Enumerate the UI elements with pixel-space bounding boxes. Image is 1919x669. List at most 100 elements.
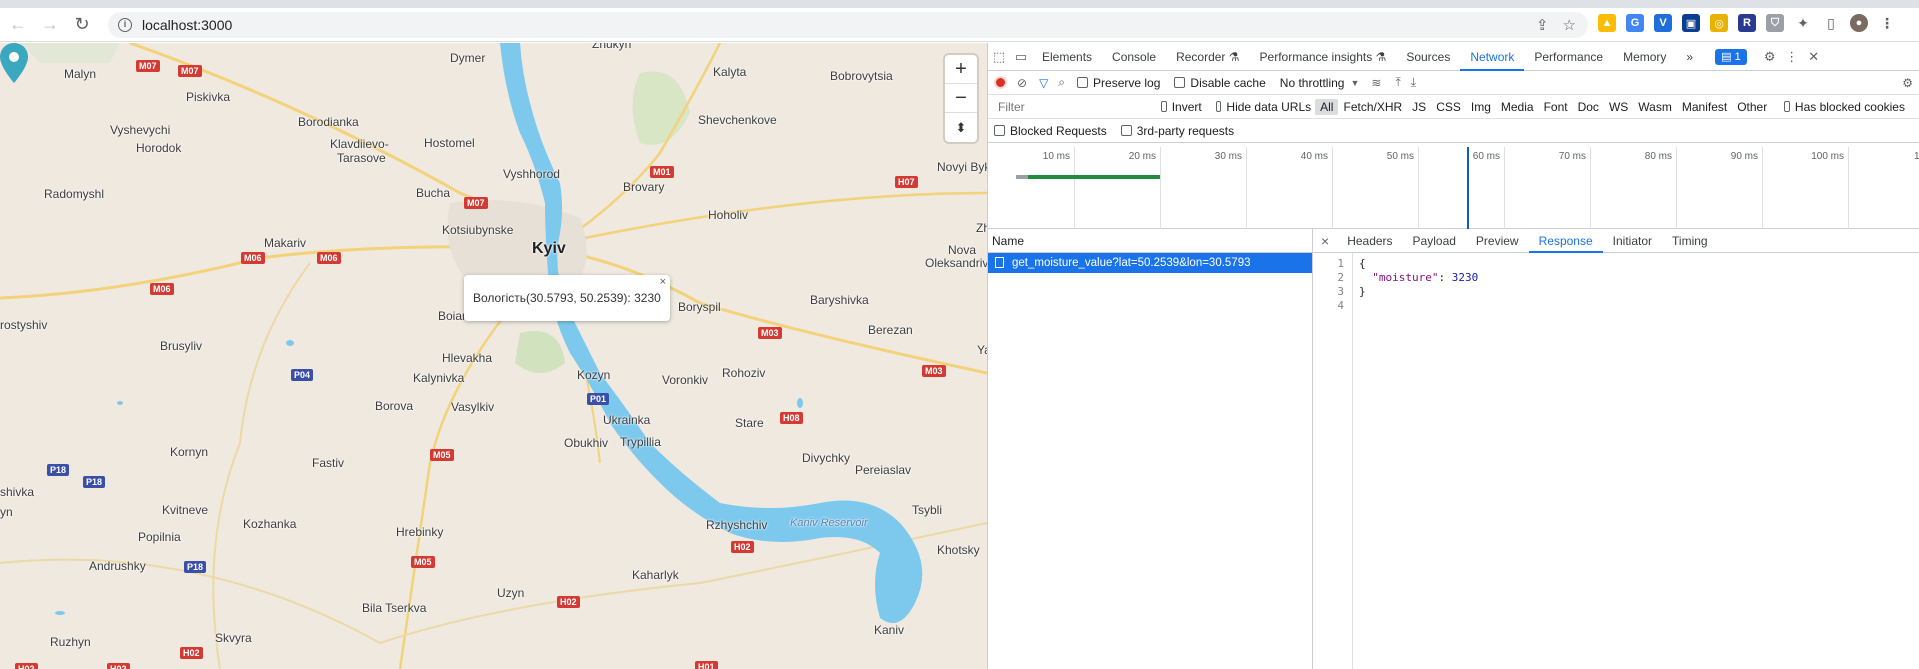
- third-party-checkbox[interactable]: [1120, 125, 1132, 136]
- city-label-kyiv: Kyiv: [532, 240, 566, 257]
- place-label: Vasylkiv: [451, 400, 495, 414]
- filter-type-media[interactable]: Media: [1496, 99, 1539, 115]
- place-label: Shevchenkove: [698, 113, 777, 127]
- shield-extension-icon[interactable]: ⛉: [1766, 14, 1784, 32]
- disable-cache-checkbox[interactable]: [1174, 77, 1186, 88]
- address-bar[interactable]: i localhost:3000 ⇪ ☆: [108, 12, 1588, 38]
- blocked-row: Blocked Requests 3rd-party requests: [988, 119, 1919, 143]
- map-pin-icon[interactable]: [0, 43, 28, 83]
- filter-type-fetch-xhr[interactable]: Fetch/XHR: [1338, 99, 1407, 115]
- filter-input[interactable]: [994, 97, 1153, 116]
- menu-dots-icon[interactable]: ⋮: [1878, 14, 1896, 32]
- device-toolbar-icon[interactable]: ▭: [1010, 46, 1032, 68]
- translate-extension-icon[interactable]: G: [1626, 14, 1644, 32]
- export-har-icon[interactable]: ⤓: [1411, 75, 1416, 90]
- blocked-requests-checkbox[interactable]: [994, 125, 1005, 136]
- place-label: Boryspil: [678, 300, 721, 314]
- chevron-down-icon[interactable]: ▼: [1350, 78, 1359, 88]
- clear-icon[interactable]: ⊘: [1017, 76, 1027, 90]
- url-text[interactable]: localhost:3000: [142, 17, 232, 33]
- search-icon[interactable]: ⌕: [1058, 75, 1065, 90]
- network-settings-icon[interactable]: ⚙: [1902, 76, 1913, 90]
- response-viewer[interactable]: 1234 { "moisture": 3230 }: [1313, 253, 1919, 669]
- filter-type-manifest[interactable]: Manifest: [1677, 99, 1732, 115]
- popup-close-button[interactable]: ×: [660, 276, 666, 288]
- bookmark-star-icon[interactable]: ☆: [1563, 16, 1576, 34]
- drive-extension-icon[interactable]: ▲: [1598, 14, 1616, 32]
- side-panel-icon[interactable]: ▯: [1822, 14, 1840, 32]
- preserve-log-checkbox[interactable]: [1077, 77, 1089, 88]
- resource-type-filters: All Fetch/XHR JS CSS Img Media Font Doc WS Wasm Ma…: [1315, 98, 1772, 115]
- settings-gear-icon[interactable]: ⚙: [1759, 46, 1781, 68]
- detail-tab-timing[interactable]: Timing: [1662, 229, 1718, 253]
- filter-type-js[interactable]: JS: [1407, 99, 1431, 115]
- detail-tab-preview[interactable]: Preview: [1466, 229, 1529, 253]
- road-shield: M05: [430, 449, 454, 461]
- filter-type-font[interactable]: Font: [1539, 99, 1573, 115]
- map-view[interactable]: Malyn Dymer Zhukyn Kalyta Bobrovytsia Piskivk…: [0, 43, 987, 669]
- issues-badge[interactable]: ▤ 1: [1715, 48, 1747, 65]
- throttling-select[interactable]: No throttling: [1280, 76, 1345, 90]
- tab-console[interactable]: Console: [1102, 43, 1166, 71]
- close-devtools-icon[interactable]: ✕: [1803, 46, 1825, 68]
- extensions-row: ▲ G V ▣ ◎ R ⛉ ✦ ▯ ● ⋮: [1598, 14, 1896, 32]
- place-label: Hostomel: [424, 136, 475, 150]
- tab-network[interactable]: Network: [1460, 43, 1525, 71]
- filter-type-wasm[interactable]: Wasm: [1633, 99, 1677, 115]
- import-har-icon[interactable]: ⤒: [1395, 75, 1400, 90]
- hide-data-urls-checkbox[interactable]: [1215, 101, 1222, 112]
- response-scrollbar[interactable]: [1910, 253, 1919, 669]
- reload-icon[interactable]: ↻: [68, 11, 96, 39]
- road-shield: H01: [695, 661, 718, 669]
- v-extension-icon[interactable]: V: [1654, 14, 1672, 32]
- tab-performance[interactable]: Performance: [1524, 43, 1613, 71]
- road-shield: M01: [650, 166, 674, 178]
- tab-elements[interactable]: Elements: [1032, 43, 1102, 71]
- record-icon[interactable]: [994, 76, 1007, 89]
- response-moisture-line: "moisture": 3230: [1359, 271, 1478, 285]
- detail-close-button[interactable]: ×: [1313, 233, 1337, 249]
- preserve-log-label: Preserve log: [1093, 75, 1161, 90]
- more-tabs-button[interactable]: »: [1676, 43, 1703, 71]
- zoom-out-button[interactable]: −: [945, 84, 977, 113]
- tab-memory[interactable]: Memory: [1613, 43, 1676, 71]
- place-label: Vyshhorod: [503, 167, 560, 181]
- name-column-header[interactable]: Name: [988, 229, 1312, 253]
- third-party-label: 3rd-party requests: [1136, 123, 1235, 138]
- gold-extension-icon[interactable]: ◎: [1710, 14, 1728, 32]
- place-label: Skvyra: [215, 631, 252, 645]
- compass-button[interactable]: ⬍: [945, 113, 977, 142]
- detail-tab-response[interactable]: Response: [1528, 229, 1603, 253]
- react-extension-icon[interactable]: ▣: [1682, 14, 1700, 32]
- forward-arrow-icon[interactable]: →: [36, 11, 64, 39]
- network-conditions-icon[interactable]: ≋: [1371, 76, 1381, 90]
- devtools-menu-icon[interactable]: ⋮: [1781, 46, 1803, 68]
- tab-sources[interactable]: Sources: [1396, 43, 1460, 71]
- avatar[interactable]: ●: [1850, 14, 1868, 32]
- place-label: Khotsky: [937, 543, 980, 557]
- detail-tab-payload[interactable]: Payload: [1403, 229, 1466, 253]
- has-blocked-cookies-checkbox[interactable]: [1784, 101, 1790, 112]
- share-icon[interactable]: ⇪: [1536, 16, 1549, 34]
- site-info-icon[interactable]: i: [118, 18, 132, 32]
- invert-checkbox[interactable]: [1161, 101, 1167, 112]
- zoom-in-button[interactable]: +: [945, 55, 977, 84]
- puzzle-icon[interactable]: ✦: [1794, 14, 1812, 32]
- tab-performance-insights[interactable]: Performance insights ⚗: [1250, 43, 1397, 71]
- tab-recorder[interactable]: Recorder ⚗: [1166, 43, 1249, 71]
- request-row[interactable]: get_moisture_value?lat=50.2539&lon=30.57…: [988, 253, 1312, 273]
- r-extension-icon[interactable]: R: [1738, 14, 1756, 32]
- filter-type-img[interactable]: Img: [1466, 99, 1496, 115]
- detail-tab-initiator[interactable]: Initiator: [1603, 229, 1662, 253]
- back-arrow-icon[interactable]: ←: [4, 11, 32, 39]
- filter-type-other[interactable]: Other: [1732, 99, 1772, 115]
- filter-type-css[interactable]: CSS: [1431, 99, 1466, 115]
- filter-icon[interactable]: ▽: [1039, 76, 1048, 90]
- network-overview-timeline[interactable]: 10 ms 20 ms 30 ms 40 ms 50 ms 60 ms 70 ms 80 ms…: [988, 147, 1919, 229]
- tab-strip: [0, 0, 1919, 8]
- detail-tab-headers[interactable]: Headers: [1337, 229, 1402, 253]
- filter-type-ws[interactable]: WS: [1604, 99, 1633, 115]
- filter-type-all[interactable]: All: [1315, 98, 1339, 115]
- filter-type-doc[interactable]: Doc: [1573, 99, 1604, 115]
- inspect-element-icon[interactable]: ⬚: [988, 46, 1010, 68]
